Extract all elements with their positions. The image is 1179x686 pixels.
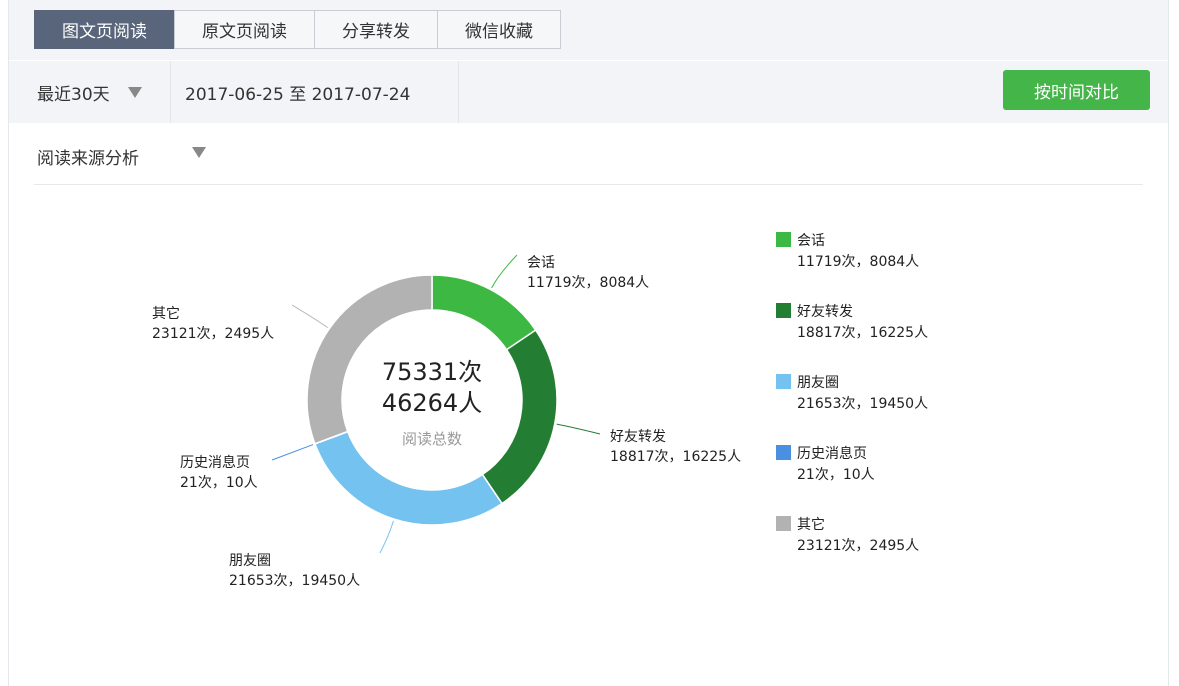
legend-name: 朋友圈 xyxy=(797,375,839,391)
tab-article-reads[interactable]: 图文页阅读 xyxy=(34,10,175,49)
legend-value: 18817次，16225人 xyxy=(797,325,929,341)
slice-label-value-0: 11719次，8084人 xyxy=(527,275,649,291)
legend-value: 21次，10人 xyxy=(797,467,875,483)
center-total-people: 46264人 xyxy=(382,389,482,417)
legend-value: 23121次，2495人 xyxy=(797,538,920,554)
tab-bar: 图文页阅读 原文页阅读 分享转发 微信收藏 xyxy=(9,0,1168,60)
compare-by-time-button[interactable]: 按时间对比 xyxy=(1003,70,1150,110)
slice-label-value-1: 18817次，16225人 xyxy=(610,449,741,465)
legend-swatch xyxy=(776,374,791,389)
legend-name: 其它 xyxy=(797,517,825,533)
tab-share-forward[interactable]: 分享转发 xyxy=(314,10,438,49)
donut-slice-0[interactable] xyxy=(431,274,537,351)
slice-label-name-3: 历史消息页 xyxy=(180,454,250,471)
period-dropdown[interactable]: 最近30天 xyxy=(9,61,171,123)
tab-original-reads[interactable]: 原文页阅读 xyxy=(174,10,315,49)
center-caption: 阅读总数 xyxy=(402,430,462,448)
legend-value: 11719次，8084人 xyxy=(797,254,920,270)
leader-line-0 xyxy=(491,254,518,289)
legend-swatch xyxy=(776,445,791,460)
tab-wechat-favorites[interactable]: 微信收藏 xyxy=(437,10,561,49)
legend-name: 历史消息页 xyxy=(797,446,867,462)
chevron-down-icon xyxy=(127,86,142,98)
leader-line-3 xyxy=(271,444,314,461)
leader-line-4 xyxy=(291,304,328,329)
legend-swatch xyxy=(776,516,791,531)
slice-label-name-0: 会话 xyxy=(527,255,555,271)
leader-line-1 xyxy=(556,423,601,435)
filter-bar: 最近30天 2017-06-25 至 2017-07-24 按时间对比 xyxy=(9,61,1168,123)
legend-swatch xyxy=(776,232,791,247)
slice-label-name-2: 朋友圈 xyxy=(229,553,271,569)
donut-slice-1[interactable] xyxy=(481,329,558,505)
leader-line-2 xyxy=(379,520,394,554)
legend-name: 好友转发 xyxy=(797,304,853,320)
slice-label-value-4: 23121次，2495人 xyxy=(152,326,274,342)
legend-name: 会话 xyxy=(797,233,825,249)
slice-label-value-3: 21次，10人 xyxy=(180,475,258,491)
legend-swatch xyxy=(776,303,791,318)
slice-label-name-4: 其它 xyxy=(152,305,180,322)
legend-value: 21653次，19450人 xyxy=(797,396,929,412)
slice-label-name-1: 好友转发 xyxy=(610,429,666,445)
chevron-down-icon xyxy=(192,147,206,158)
center-total-reads: 75331次 xyxy=(382,358,482,386)
analysis-type-dropdown[interactable]: 阅读来源分析 xyxy=(37,144,206,169)
analysis-type-label: 阅读来源分析 xyxy=(37,149,139,169)
slice-label-value-2: 21653次，19450人 xyxy=(229,573,360,589)
donut-chart: 会话 11719次，8084人好友转发 18817次，16225人朋友圈 21653次… xyxy=(152,254,741,589)
period-label: 最近30天 xyxy=(37,84,110,105)
date-range-picker[interactable]: 2017-06-25 至 2017-07-24 xyxy=(171,61,459,123)
